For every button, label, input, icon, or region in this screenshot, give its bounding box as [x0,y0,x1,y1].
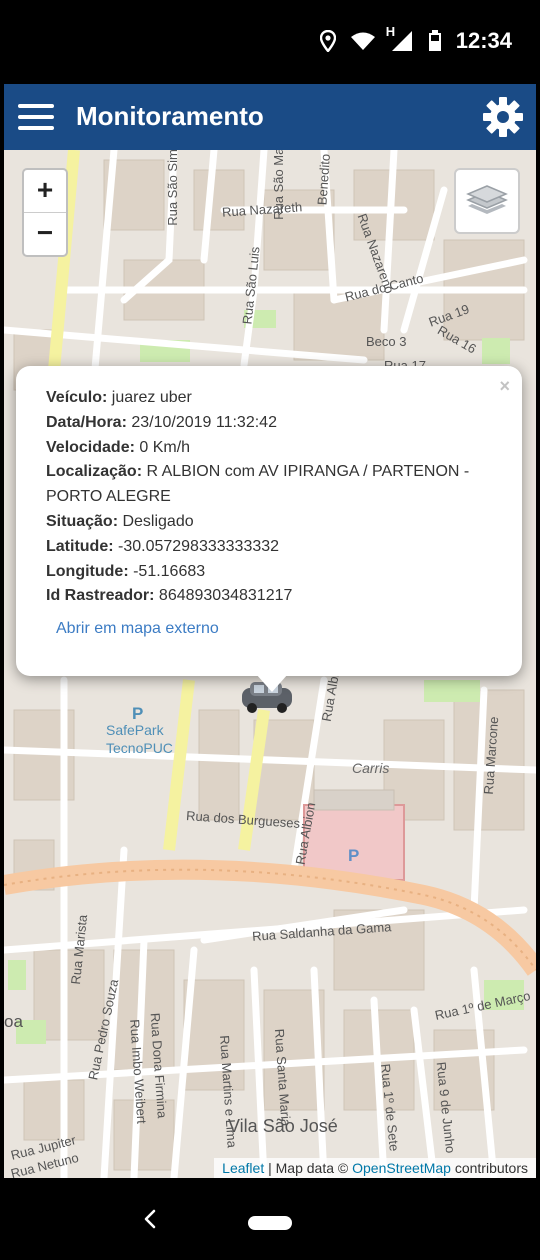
clock: 12:34 [455,28,512,53]
longitude-row: Longitude: -51.16683 [46,560,496,585]
map-label-street: Benedito [314,153,333,206]
status-value: Desligado [118,512,194,530]
map-label-street: Rua Santa Maria [271,1028,294,1127]
map-label-street: Rua Saldanha da Gama [251,919,392,944]
status-icons: H 12:34 [319,24,512,54]
location-row: Localização: R ALBION com AV IPIRANGA / … [46,460,496,510]
map-label-street: Rua 1º de Março [433,988,532,1023]
map-attribution: Leaflet | Map data © OpenStreetMap contr… [214,1158,536,1178]
latitude-row: Latitude: -30.057298333333332 [46,535,496,560]
signal-icon: H [386,24,414,52]
location-label: Localização: [46,463,143,481]
popup-details: Veículo: juarez uber Data/Hora: 23/10/20… [46,386,496,609]
map-label-street: Rua São Luis [239,245,263,326]
map-view[interactable]: Rua Nazareth Rua São Sim Rua São Luis Ru… [4,150,536,1178]
map-label-street: Rua 1º de Sete [377,1063,402,1152]
map-label-street: Rua Albion [292,801,319,866]
home-pill[interactable] [248,1216,292,1230]
map-label-street: Rua São Manoel [270,150,286,220]
vehicle-value: juarez uber [107,389,192,406]
datetime-row: Data/Hora: 23/10/2019 11:32:42 [46,411,496,436]
popup-close-button[interactable]: × [499,376,510,397]
tracker-label: Id Rastreador: [46,587,155,605]
attribution-contributors: contributors [450,1160,528,1176]
map-label-street: Rua Albi [318,672,342,723]
status-row: Situação: Desligado [46,510,496,535]
speed-value: 0 Km/h [134,438,191,456]
longitude-value: -51.16683 [128,562,206,580]
svg-text:P: P [132,704,143,722]
speed-label: Velocidade: [46,438,135,456]
map-label-street: Rua Imbo Weibert [127,1018,150,1125]
datetime-label: Data/Hora: [46,413,127,431]
map-label-street: Rua Pedro Souza [85,977,122,1082]
status-label: Situação: [46,512,119,530]
longitude-label: Longitude: [46,562,129,580]
status-bar: H 12:34 [0,0,540,84]
vehicle-row: Veículo: juarez uber [46,386,496,411]
tracker-value: 864893034831217 [154,587,293,605]
parking-icon: P [132,704,143,722]
zoom-in-button[interactable]: + [24,170,66,213]
layers-icon [466,185,508,214]
latitude-value: -30.057298333333332 [113,537,280,555]
attribution-text: | Map data © [264,1160,353,1176]
vehicle-info-popup: × Veículo: juarez uber Data/Hora: 23/10/… [16,366,522,676]
leaflet-link[interactable]: Leaflet [222,1160,264,1176]
map-label-poi: TecnoPUC [106,740,173,756]
popup-tip [256,674,288,692]
latitude-label: Latitude: [46,537,114,555]
map-label-place: oa [4,1012,23,1031]
wifi-icon [350,32,375,50]
map-label-street: Rua Marcone [480,716,502,795]
right-edge [536,84,540,1178]
map-label-poi: SafePark [106,722,164,738]
map-label-street: Rua 16 [435,322,479,357]
map-label-street: Rua 9 de Junho [433,1061,459,1154]
map-label-street: Rua São Sim [164,150,180,226]
system-navigation-bar [0,1178,540,1260]
map-label-street: Rua Marista [67,913,91,986]
map-label-street: Beco 3 [366,334,407,349]
back-icon[interactable] [140,1208,160,1230]
map-label-place: Vila São José [228,1116,338,1136]
battery-icon [428,30,441,51]
zoom-control: + − [22,168,68,257]
app-bar: Monitoramento [4,84,536,150]
zoom-out-button[interactable]: − [24,213,66,255]
hamburger-menu-icon[interactable] [18,104,54,130]
map-label-poi: Carris [352,760,390,776]
parking-icon: P [348,846,359,864]
gear-icon[interactable] [482,96,524,138]
speed-row: Velocidade: 0 Km/h [46,436,496,461]
layers-button[interactable] [454,168,520,234]
tracker-row: Id Rastreador: 864893034831217 [46,584,496,609]
map-label-street: Rua dos Burgueses [185,808,301,831]
vehicle-label: Veículo: [46,389,108,406]
location-pin-icon [319,30,336,52]
datetime-value: 23/10/2019 11:32:42 [126,413,277,431]
map-label-street: Rua Nazareth [221,199,303,220]
svg-text:P: P [348,846,359,864]
open-external-map-link[interactable]: Abrir em mapa externo [56,620,219,638]
map-label-street: Rua Dona Firmina [147,1012,170,1119]
page-title: Monitoramento [76,101,264,131]
osm-link[interactable]: OpenStreetMap [352,1160,451,1176]
